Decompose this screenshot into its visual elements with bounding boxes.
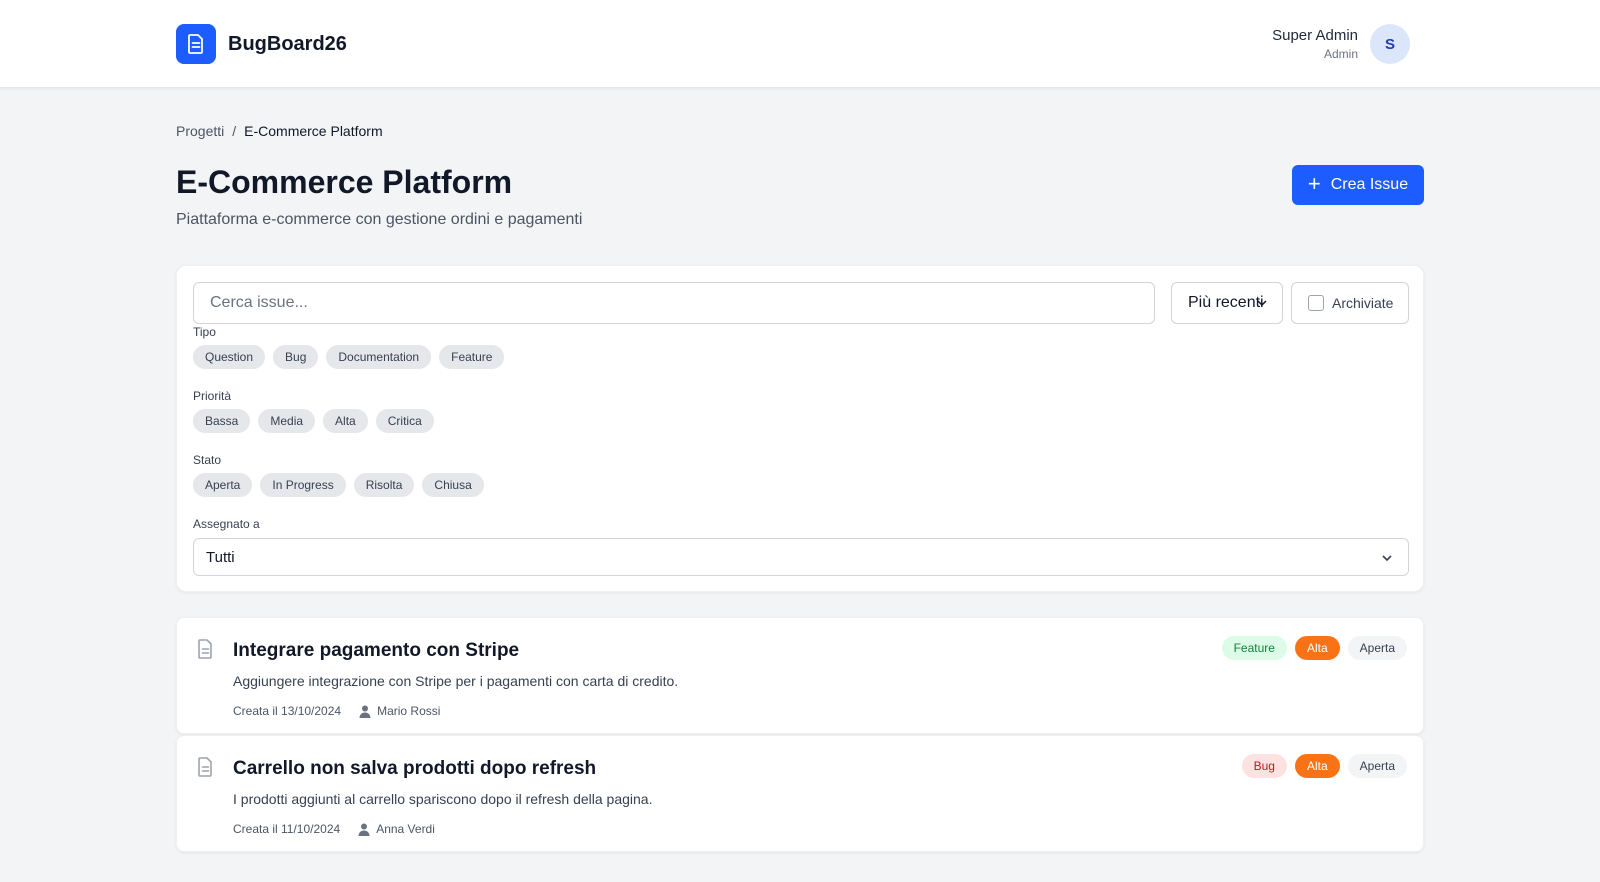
breadcrumb-projects-link[interactable]: Progetti: [176, 123, 224, 139]
sort-select-value: Più recenti: [1188, 294, 1264, 311]
issue-badges: Feature Alta Aperta: [1221, 636, 1407, 660]
issue-description: Aggiungere integrazione con Stripe per i…: [233, 673, 679, 689]
plus-icon: +: [1307, 170, 1321, 196]
create-issue-button[interactable]: + Crea Issue: [1292, 165, 1424, 205]
top-navbar: BugBoard26 Super Admin Admin S: [0, 0, 1600, 88]
priority-badge: Alta: [1294, 636, 1340, 660]
document-icon: [198, 639, 212, 659]
status-badge: Aperta: [1347, 754, 1407, 778]
issue-author: Mario Rossi: [377, 704, 441, 718]
breadcrumb: Progetti / E-Commerce Platform: [176, 123, 383, 139]
app-name: BugBoard26: [228, 32, 347, 55]
issue-title[interactable]: Carrello non salva prodotti dopo refresh: [233, 758, 596, 780]
issue-card[interactable]: Carrello non salva prodotti dopo refresh…: [176, 735, 1424, 852]
chip-priority-media[interactable]: Media: [258, 409, 316, 433]
brand[interactable]: BugBoard26: [176, 24, 347, 64]
assignee-select[interactable]: Tutti: [193, 538, 1409, 576]
user-icon: [358, 823, 370, 836]
page-subtitle: Piattaforma e-commerce con gestione ordi…: [176, 211, 583, 228]
filter-status-chips: Aperta In Progress Risolta Chiusa: [193, 473, 484, 497]
chip-type-bug[interactable]: Bug: [273, 345, 319, 369]
type-badge: Bug: [1241, 754, 1287, 778]
chip-status-aperta[interactable]: Aperta: [193, 473, 253, 497]
chip-type-feature[interactable]: Feature: [439, 345, 505, 369]
archived-checkbox[interactable]: [1308, 295, 1324, 311]
document-icon: [198, 757, 212, 777]
user-role: Admin: [1323, 47, 1358, 61]
issue-created-date: Creata il 11/10/2024: [233, 822, 341, 836]
breadcrumb-current: E-Commerce Platform: [244, 123, 383, 139]
filter-panel: Più recenti Archiviate Tipo Question Bug…: [176, 265, 1424, 592]
chip-priority-critica[interactable]: Critica: [375, 409, 434, 433]
user-icon: [359, 705, 371, 718]
issue-card[interactable]: Integrare pagamento con Stripe Aggiunger…: [176, 617, 1424, 734]
priority-badge: Alta: [1294, 754, 1340, 778]
issue-badges: Bug Alta Aperta: [1241, 754, 1407, 778]
sort-select[interactable]: Più recenti: [1171, 282, 1283, 324]
avatar[interactable]: S: [1370, 24, 1410, 64]
issue-meta: Creata il 13/10/2024 Mario Rossi: [233, 704, 440, 718]
issue-author: Anna Verdi: [376, 822, 435, 836]
assignee-select-value: Tutti: [206, 548, 235, 566]
search-input[interactable]: [193, 282, 1155, 324]
filter-assignee-label: Assegnato a: [193, 517, 260, 531]
chip-type-documentation[interactable]: Documentation: [326, 345, 432, 369]
issue-created-date: Creata il 13/10/2024: [233, 704, 342, 718]
chip-status-chiusa[interactable]: Chiusa: [422, 473, 484, 497]
filter-type-label: Tipo: [193, 325, 216, 339]
chip-priority-alta[interactable]: Alta: [323, 409, 368, 433]
archived-label: Archiviate: [1332, 295, 1394, 311]
type-badge: Feature: [1221, 636, 1287, 660]
chip-type-question[interactable]: Question: [193, 345, 266, 369]
filter-priority-chips: Bassa Media Alta Critica: [193, 409, 434, 433]
user-name: Super Admin: [1272, 27, 1358, 44]
create-issue-label: Crea Issue: [1330, 176, 1409, 193]
page-title: E-Commerce Platform: [176, 164, 513, 200]
archived-toggle[interactable]: Archiviate: [1291, 282, 1409, 324]
filter-priority-label: Priorità: [193, 389, 232, 403]
chip-status-in-progress[interactable]: In Progress: [260, 473, 346, 497]
user-menu[interactable]: Super Admin Admin S: [1272, 24, 1410, 64]
document-icon: [176, 24, 216, 64]
filter-type-chips: Question Bug Documentation Feature: [193, 345, 505, 369]
issue-title[interactable]: Integrare pagamento con Stripe: [233, 640, 519, 662]
chevron-down-icon: [1257, 300, 1267, 307]
chip-status-risolta[interactable]: Risolta: [353, 473, 415, 497]
issue-description: I prodotti aggiunti al carrello sparisco…: [233, 791, 653, 807]
chevron-down-icon: [1382, 555, 1392, 562]
status-badge: Aperta: [1347, 636, 1407, 660]
filter-status-label: Stato: [193, 453, 222, 467]
issue-meta: Creata il 11/10/2024 Anna Verdi: [233, 822, 435, 836]
breadcrumb-separator: /: [232, 123, 237, 139]
chip-priority-bassa[interactable]: Bassa: [193, 409, 251, 433]
